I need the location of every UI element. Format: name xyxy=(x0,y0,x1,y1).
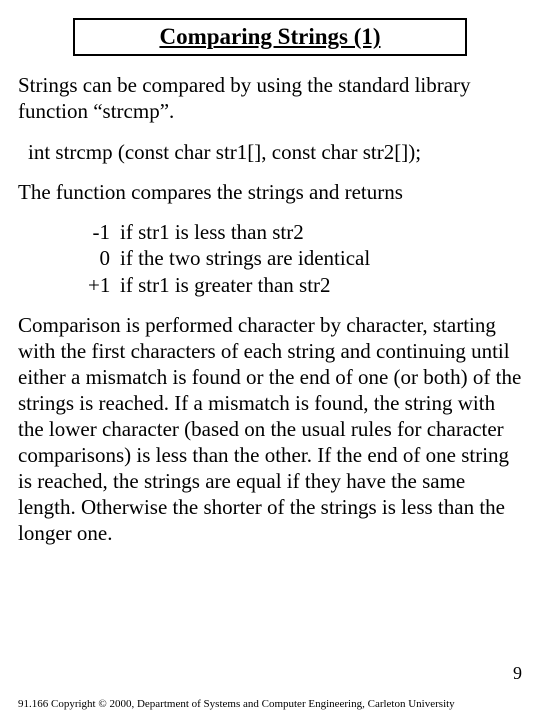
page-number: 9 xyxy=(513,663,522,684)
return-key: +1 xyxy=(88,272,120,298)
list-item: -1 if str1 is less than str2 xyxy=(88,219,522,245)
return-key: -1 xyxy=(88,219,120,245)
list-item: +1 if str1 is greater than str2 xyxy=(88,272,522,298)
function-signature: int strcmp (const char str1[], const cha… xyxy=(28,139,522,165)
return-desc: if str1 is greater than str2 xyxy=(120,272,522,298)
return-desc: if str1 is less than str2 xyxy=(120,219,522,245)
title-box: Comparing Strings (1) xyxy=(73,18,466,56)
explanation-paragraph: Comparison is performed character by cha… xyxy=(18,312,522,546)
list-item: 0 if the two strings are identical xyxy=(88,245,522,271)
intro-paragraph: Strings can be compared by using the sta… xyxy=(18,72,522,125)
copyright-line: 91.166 Copyright © 2000, Department of S… xyxy=(18,698,455,710)
page-title: Comparing Strings (1) xyxy=(159,24,380,49)
return-desc: if the two strings are identical xyxy=(120,245,522,271)
return-key: 0 xyxy=(88,245,120,271)
return-values-list: -1 if str1 is less than str2 0 if the tw… xyxy=(88,219,522,298)
returns-intro: The function compares the strings and re… xyxy=(18,179,522,205)
